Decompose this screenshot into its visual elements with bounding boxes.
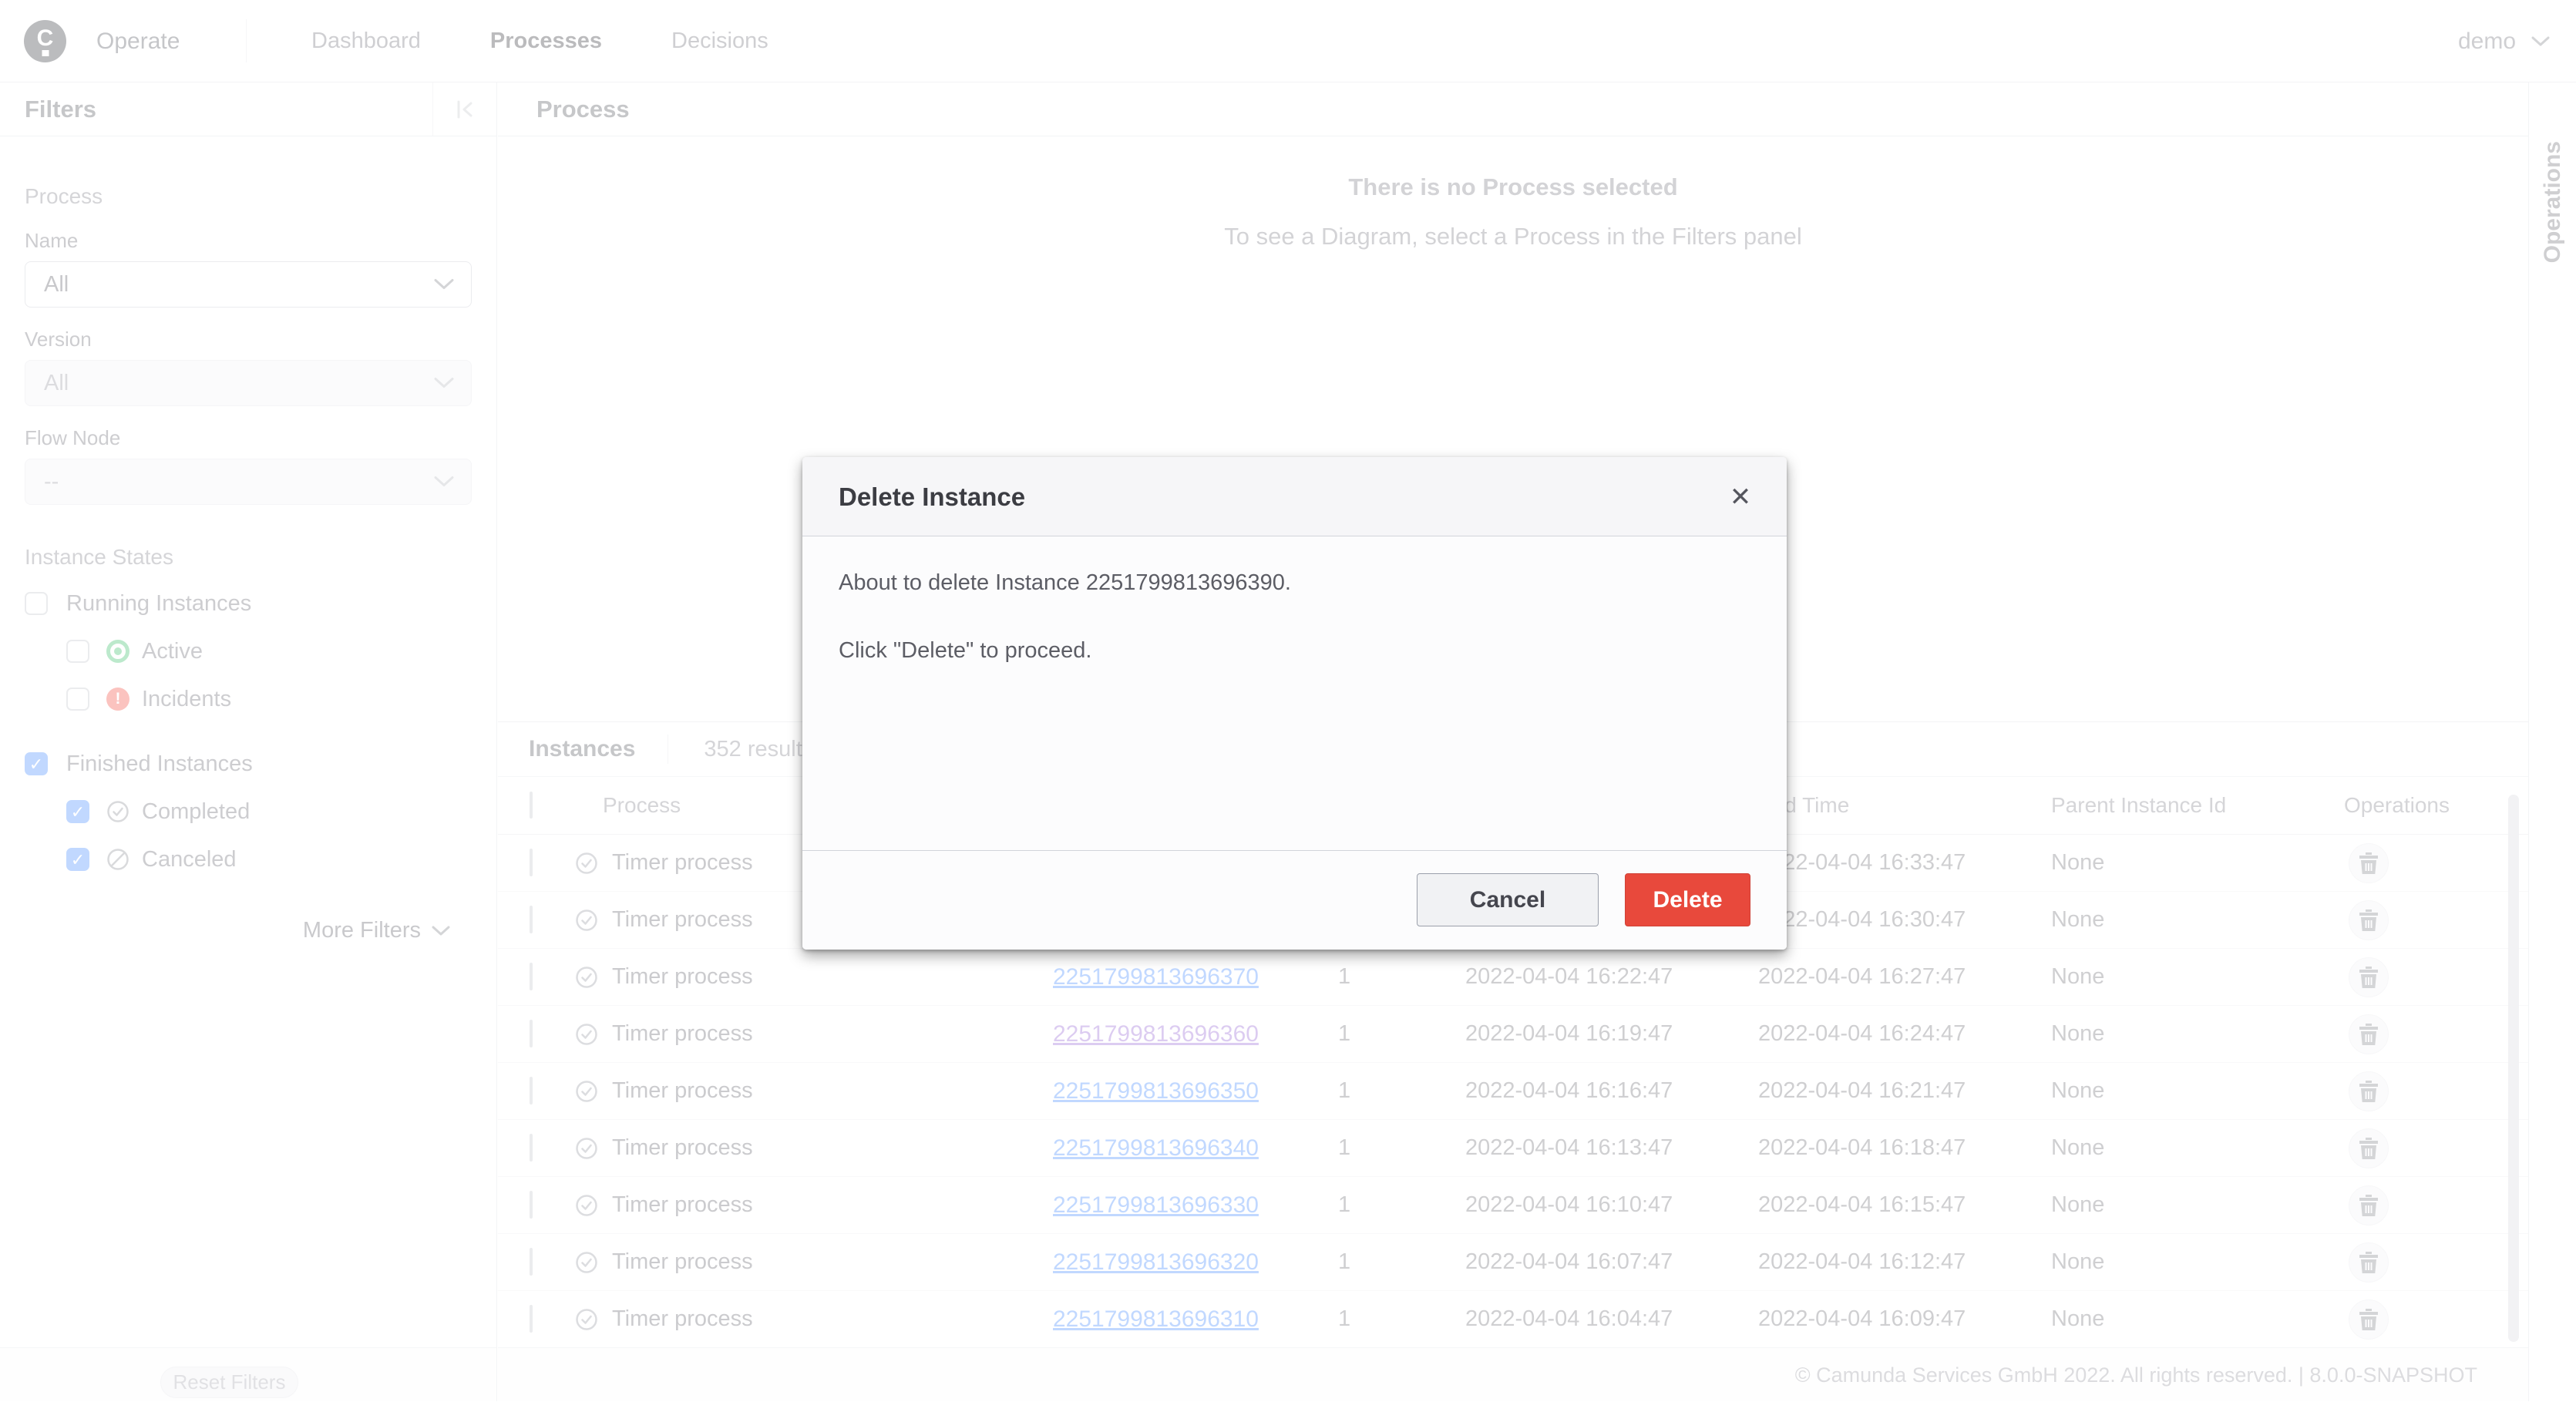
- modal-actions: Cancel Delete: [1417, 873, 1750, 926]
- modal-body: About to delete Instance 225179981369639…: [802, 536, 1787, 666]
- close-icon[interactable]: ✕: [1717, 457, 1764, 536]
- delete-button[interactable]: Delete: [1625, 873, 1750, 926]
- delete-instance-modal: Delete Instance ✕ About to delete Instan…: [802, 457, 1787, 950]
- modal-title: Delete Instance: [802, 457, 1787, 536]
- modal-footer: Cancel Delete: [802, 850, 1787, 950]
- modal-instruction: Click "Delete" to proceed.: [839, 635, 1750, 666]
- modal-header: Delete Instance ✕: [802, 457, 1787, 536]
- cancel-button[interactable]: Cancel: [1417, 873, 1599, 926]
- modal-message: About to delete Instance 225179981369639…: [839, 567, 1750, 598]
